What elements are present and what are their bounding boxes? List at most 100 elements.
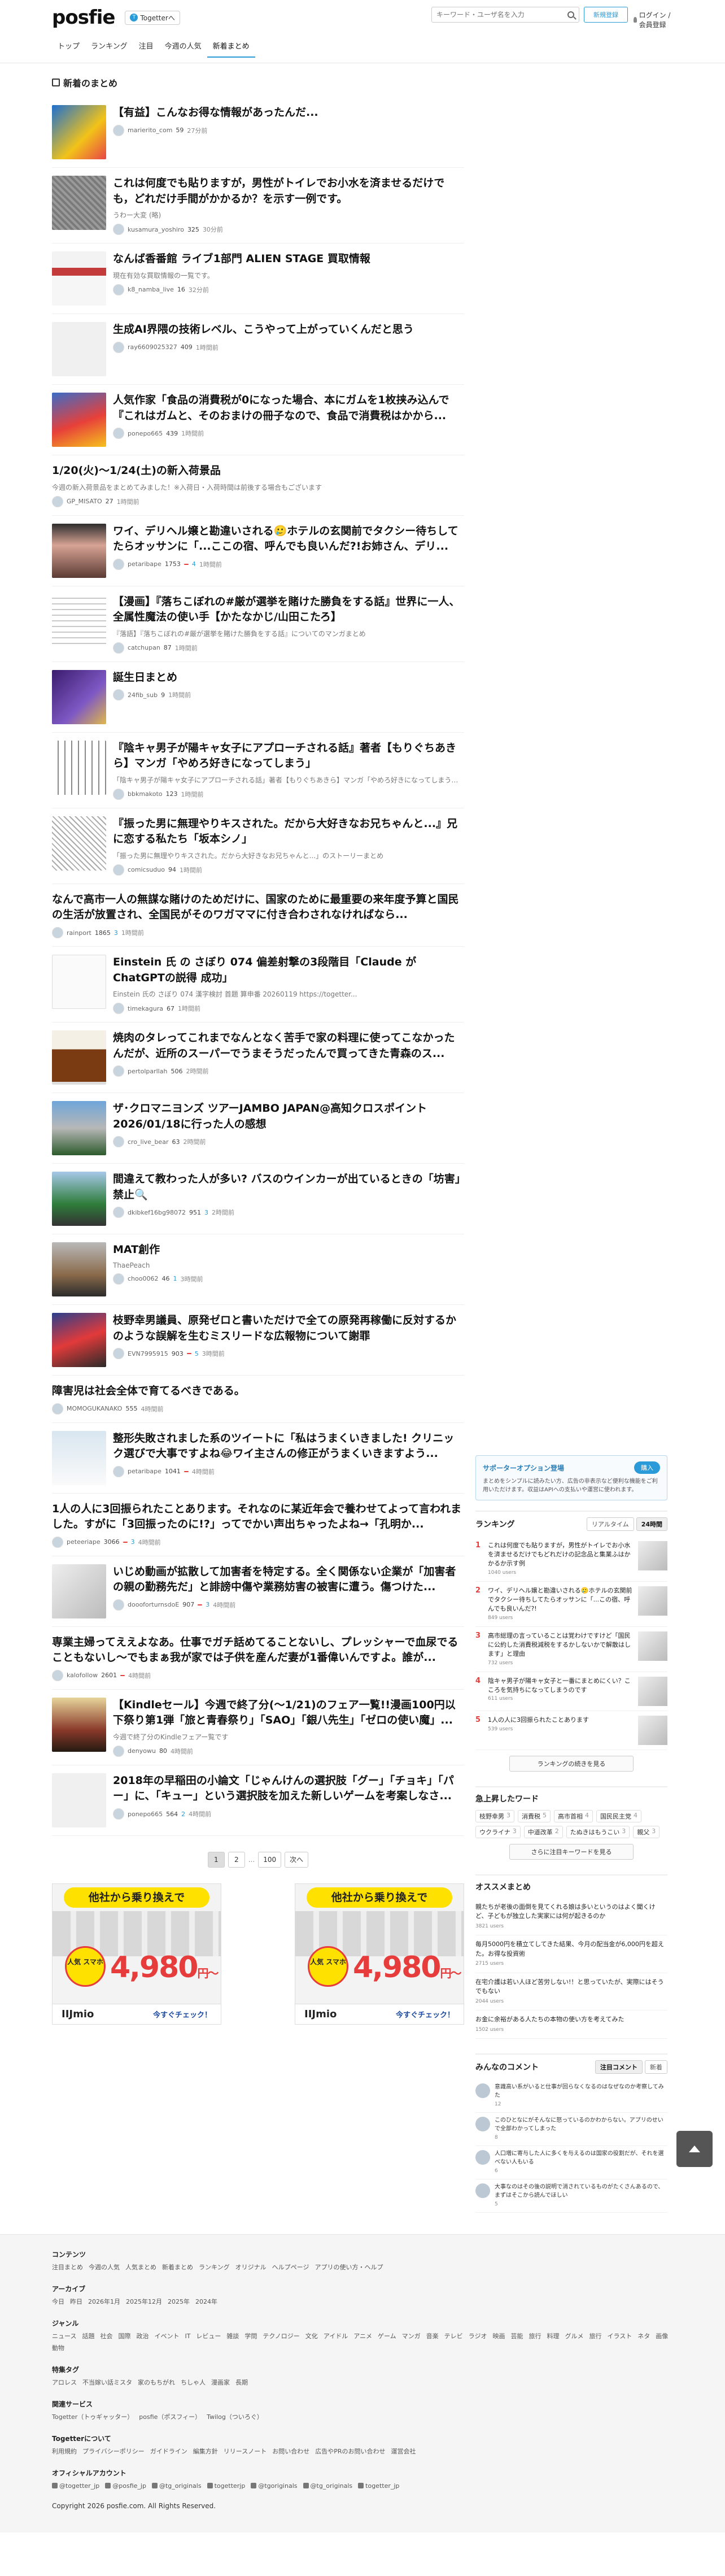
user-avatar[interactable] — [113, 1065, 124, 1077]
article-title[interactable]: ワイ、デリヘル嬢と勘違いされる🥲ホテルの玄関前でタクシー待ちしてたらオッサンに「… — [113, 524, 464, 555]
ad-cta[interactable]: 今すぐチェック！ — [396, 2009, 455, 2020]
footer-link[interactable]: 旅行 — [589, 2331, 601, 2343]
user-avatar[interactable] — [113, 1136, 124, 1148]
footer-link[interactable]: IT — [185, 2331, 190, 2343]
footer-link[interactable]: アニメ — [353, 2331, 372, 2343]
author-name[interactable]: dkibkef16bg98072 — [128, 1209, 186, 1216]
buy-button[interactable]: 購入 — [634, 1461, 660, 1474]
recommend-title[interactable]: 在宅介護は若い人ほど苦労しない!！と思っていたが、実際にはそうでもない — [475, 1978, 667, 1996]
nav-tab-ranking[interactable]: ランキング — [85, 40, 133, 58]
article-item[interactable]: 【有益】こんなお得な情報があったんだ... marierito_com 59 27分前 — [52, 97, 464, 168]
article-thumbnail[interactable] — [52, 176, 106, 230]
footer-link[interactable]: 2026年1月 — [88, 2296, 120, 2308]
article-thumbnail[interactable] — [52, 1242, 106, 1297]
article-title[interactable]: 間違えて教わった人が多い? バスのウインカーが出ているときの「坊害」禁止🔍 — [113, 1172, 464, 1203]
footer-link[interactable]: ネタ — [637, 2331, 650, 2343]
ranking-title[interactable]: 陰キャ男子が陽キャ女子と一番にまとめにくい？こころを気持ちになってしまうのです — [488, 1677, 634, 1695]
page-1[interactable]: 1 — [207, 1851, 225, 1868]
user-avatar[interactable] — [113, 428, 124, 440]
footer-link[interactable]: posfie（ポスフィー） — [139, 2412, 201, 2423]
user-avatar[interactable] — [113, 1808, 124, 1820]
footer-link[interactable]: ランキング — [199, 2262, 230, 2274]
article-item[interactable]: なんば香番館 ライブ1部門 ALIEN STAGE 買取情報 現在有効な買取情報の… — [52, 243, 464, 315]
author-name[interactable]: bbkmakoto — [128, 790, 163, 798]
footer-link[interactable]: Twilog（ついろぐ） — [207, 2412, 263, 2423]
tab-featured-comments[interactable]: 注目コメント — [595, 2060, 643, 2074]
ranking-title[interactable]: 高市総理の言っていることは覚わけですけど「国民に公約した消費税減税をするかしない… — [488, 1631, 634, 1659]
ranking-item[interactable]: 2 ワイ、デリヘル嬢と勘違いされる🥲ホテルの玄関前でタクシー待ちしてたらオッサンに… — [475, 1582, 667, 1627]
author-name[interactable]: pertolparllah — [128, 1068, 167, 1075]
footer-link[interactable]: 雑談 — [226, 2331, 239, 2343]
keyword-chip[interactable]: 高市首相 4 — [554, 1809, 593, 1822]
user-avatar[interactable] — [113, 341, 124, 353]
footer-link[interactable]: togetterjp — [207, 2481, 245, 2492]
article-title[interactable]: これは何度でも貼りますが，男性がトイレでお小水を済ませるだけでも，どれだけ手間が… — [113, 176, 464, 207]
author-name[interactable]: marierito_com — [128, 127, 172, 134]
article-title[interactable]: Einstein 氏 の さぼり 074 偏差射撃の3段階目「Claude が … — [113, 955, 464, 986]
footer-link[interactable]: ゲーム — [378, 2331, 396, 2343]
nav-tab-top[interactable]: トップ — [52, 40, 85, 58]
article-thumbnail[interactable] — [52, 523, 106, 578]
author-name[interactable]: comicsuduo — [128, 866, 165, 873]
ranking-thumbnail[interactable] — [638, 1541, 667, 1570]
footer-link[interactable]: お問い合わせ — [272, 2446, 309, 2458]
footer-link[interactable]: 音楽 — [426, 2331, 439, 2343]
article-thumbnail[interactable] — [52, 322, 106, 377]
ad-banner[interactable]: 他社から乗り換えで 人気 スマホ 4,980円〜 IIJmio 今すぐチェック！ — [295, 1883, 464, 2025]
article-title[interactable]: ザ･クロマニヨンズ ツアーJAMBO JAPAN@高知クロスポイント 2026/… — [113, 1101, 464, 1132]
footer-link[interactable]: テレビ — [444, 2331, 463, 2343]
article-item[interactable]: MAT創作 ThaePeach choo0062 46 1 3時間前 — [52, 1234, 464, 1306]
user-avatar[interactable] — [113, 642, 124, 654]
article-item[interactable]: 【Kindleセール】今週で終了分(〜1/21)のフェア一覧!!漫画100円以下… — [52, 1690, 464, 1765]
author-name[interactable]: petaribape — [128, 1468, 161, 1475]
recommend-item[interactable]: 親たちが老後の面倒を見てくれる娘は多いというのはよく聞くけど、子どもが独立した実… — [475, 1898, 667, 1936]
footer-link[interactable]: 文化 — [305, 2331, 318, 2343]
author-name[interactable]: rainport — [67, 929, 91, 937]
footer-link[interactable]: ニュース — [52, 2331, 76, 2343]
article-thumbnail[interactable] — [52, 1172, 106, 1226]
footer-link[interactable]: グルメ — [565, 2331, 583, 2343]
footer-link[interactable]: togetter_jp — [358, 2481, 399, 2492]
article-item[interactable]: 専業主婦ってええよなあ。仕事でガチ話めてることないし、プレッシャーで血尿でること… — [52, 1627, 464, 1690]
user-avatar[interactable] — [52, 1403, 63, 1415]
footer-link[interactable]: テクノロジー — [263, 2331, 299, 2343]
footer-link[interactable]: ヘルプページ — [272, 2262, 309, 2274]
user-avatar[interactable] — [113, 124, 124, 136]
keyword-chip[interactable]: 消費税 5 — [518, 1809, 551, 1822]
user-avatar[interactable] — [113, 1745, 124, 1757]
scroll-to-top-button[interactable] — [676, 2131, 713, 2167]
author-name[interactable]: MOMOGUKANAKO — [67, 1405, 122, 1412]
article-item[interactable]: ザ･クロマニヨンズ ツアーJAMBO JAPAN@高知クロスポイント 2026/… — [52, 1093, 464, 1164]
footer-link[interactable]: 話題 — [82, 2331, 94, 2343]
footer-link[interactable]: プライバシーポリシー — [82, 2446, 145, 2458]
tab-new-comments[interactable]: 新着 — [645, 2060, 667, 2074]
footer-link[interactable]: 今日 — [52, 2296, 64, 2308]
ranking-thumbnail[interactable] — [638, 1715, 667, 1745]
author-name[interactable]: 24fib_sub — [128, 691, 158, 699]
article-thumbnail[interactable] — [52, 251, 106, 306]
footer-link[interactable]: リリースノート — [224, 2446, 267, 2458]
author-name[interactable]: denyowu — [128, 1747, 156, 1755]
article-item[interactable]: 『振った男に無理やりキスされた。だから大好きなお兄ちゃんと...』兄に恋する私た… — [52, 808, 464, 884]
article-item[interactable]: 『陰キャ男子が陽キャ女子にアプローチされる話』著者【もりぐちあきら】マンガ「やめ… — [52, 733, 464, 808]
footer-link[interactable]: ラジオ — [469, 2331, 487, 2343]
author-name[interactable]: cro_live_bear — [128, 1138, 168, 1146]
footer-link[interactable]: 映画 — [492, 2331, 505, 2343]
footer-link[interactable]: @tg_originals — [303, 2481, 352, 2492]
article-thumbnail[interactable] — [52, 816, 106, 871]
footer-link[interactable]: ちしゃ人 — [181, 2377, 206, 2389]
article-title[interactable]: 『陰キャ男子が陽キャ女子にアプローチされる話』著者【もりぐちあきら】マンガ「やめ… — [113, 741, 464, 772]
article-title[interactable]: 『振った男に無理やりキスされた。だから大好きなお兄ちゃんと...』兄に恋する私た… — [113, 816, 464, 847]
footer-link[interactable]: @posfie_jp — [105, 2481, 146, 2492]
article-thumbnail[interactable] — [52, 1773, 106, 1827]
article-item[interactable]: 障害児は社会全体で育てるべきである。 MOMOGUKANAKO 555 4時間前 — [52, 1376, 464, 1423]
article-title[interactable]: 障害児は社会全体で育てるべきである。 — [52, 1383, 464, 1399]
recommend-item[interactable]: 毎月5000円を積立てしてきた結果、今月の配当金が6,000円を超えた。お得な投… — [475, 1935, 667, 1973]
article-item[interactable]: これは何度でも貼りますが，男性がトイレでお小水を済ませるだけでも，どれだけ手間が… — [52, 168, 464, 244]
article-title[interactable]: なんで高市一人の無謀な賭けのためだけに、国家のために最重要の来年度予算と国民の生… — [52, 892, 464, 923]
author-name[interactable]: GP_MISATO — [67, 498, 102, 505]
article-title[interactable]: 焼肉のタレってこれまでなんとなく苦手で家の料理に使ってこなかったんだが、近所のス… — [113, 1030, 464, 1061]
footer-link[interactable]: 注目まとめ — [52, 2262, 83, 2274]
article-item[interactable]: 1/20(火)〜1/24(土)の新入荷景品 今週の新入荷景品をまとめてみました！※… — [52, 455, 464, 516]
article-thumbnail[interactable] — [52, 1430, 106, 1485]
